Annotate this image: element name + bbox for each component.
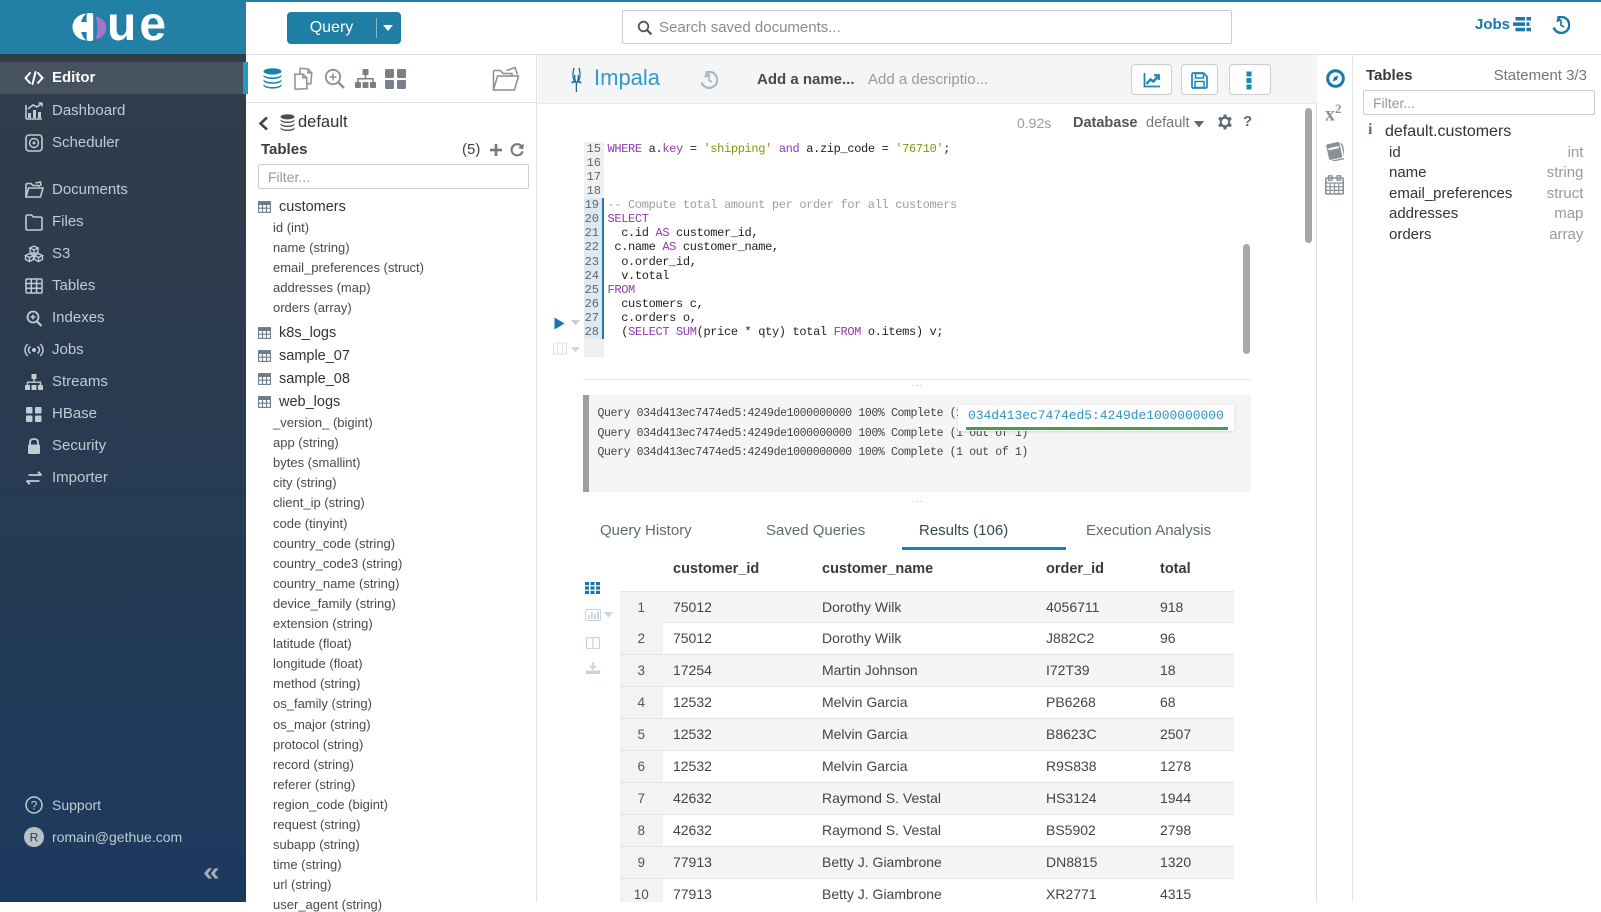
svg-text:R: R [30, 831, 39, 845]
svg-text:ue: ue [107, 0, 169, 51]
svg-text:?: ? [31, 799, 38, 813]
